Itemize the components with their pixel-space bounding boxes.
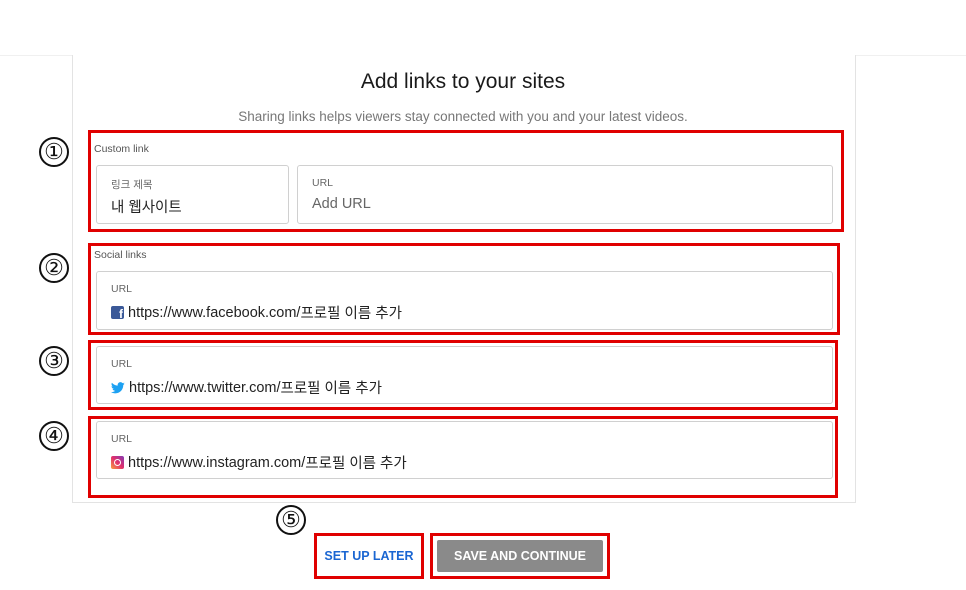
twitter-icon xyxy=(110,381,125,394)
page-subtitle: Sharing links helps viewers stay connect… xyxy=(238,109,688,124)
facebook-icon xyxy=(111,306,124,321)
set-up-later-button[interactable]: SET UP LATER xyxy=(314,533,424,579)
instagram-url-field[interactable]: URL https://www.instagram.com/프로필 이름 추가 xyxy=(96,421,833,479)
twitter-url-prefix: https://www.twitter.com/ xyxy=(129,379,281,396)
twitter-url-field[interactable]: URL https://www.twitter.com/프로필 이름 추가 xyxy=(96,346,833,404)
step-number-4: ④ xyxy=(39,421,69,451)
facebook-url-label: URL xyxy=(111,283,133,295)
instagram-url-value[interactable]: https://www.instagram.com/프로필 이름 추가 xyxy=(111,452,407,473)
link-title-field[interactable]: 링크 제목 내 웹사이트 xyxy=(96,165,289,224)
instagram-icon xyxy=(111,456,124,469)
custom-link-label: Custom link xyxy=(94,143,149,155)
facebook-url-placeholder: 프로필 이름 추가 xyxy=(300,306,402,322)
custom-url-label: URL xyxy=(312,177,334,189)
instagram-url-prefix: https://www.instagram.com/ xyxy=(128,454,306,471)
link-title-value[interactable]: 내 웹사이트 xyxy=(111,196,182,217)
instagram-url-label: URL xyxy=(111,433,133,445)
facebook-url-prefix: https://www.facebook.com/ xyxy=(128,304,301,321)
twitter-url-label: URL xyxy=(111,358,133,370)
twitter-url-placeholder: 프로필 이름 추가 xyxy=(280,381,382,397)
step-number-3: ③ xyxy=(39,346,69,376)
step-number-5: ⑤ xyxy=(276,505,306,535)
page-title: Add links to your sites xyxy=(360,70,566,93)
top-bar xyxy=(0,0,966,56)
facebook-url-value[interactable]: https://www.facebook.com/프로필 이름 추가 xyxy=(111,302,402,323)
step-number-1: ① xyxy=(39,137,69,167)
save-and-continue-button[interactable]: SAVE AND CONTINUE xyxy=(437,540,603,572)
custom-url-placeholder[interactable]: Add URL xyxy=(312,196,371,212)
step-number-2: ② xyxy=(39,253,69,283)
facebook-url-field[interactable]: URL https://www.facebook.com/프로필 이름 추가 xyxy=(96,271,833,330)
instagram-url-placeholder: 프로필 이름 추가 xyxy=(305,456,407,472)
link-title-label: 링크 제목 xyxy=(111,179,153,191)
save-button-highlight: SAVE AND CONTINUE xyxy=(430,533,610,579)
custom-url-field[interactable]: URL Add URL xyxy=(297,165,833,224)
twitter-url-value[interactable]: https://www.twitter.com/프로필 이름 추가 xyxy=(110,377,382,398)
social-links-label: Social links xyxy=(94,249,147,261)
